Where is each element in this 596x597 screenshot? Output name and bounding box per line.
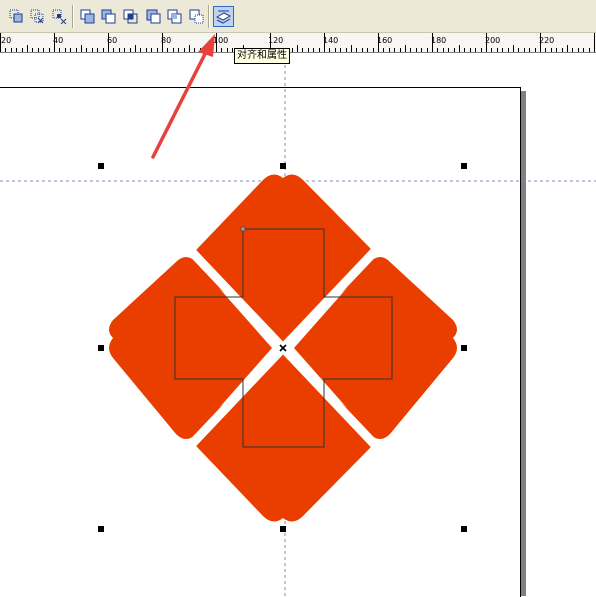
annotation-arrow [151, 34, 215, 159]
handle-top-center[interactable] [280, 163, 286, 169]
handle-middle-right[interactable] [461, 345, 467, 351]
handle-bottom-right[interactable] [461, 526, 467, 532]
handle-middle-left[interactable] [98, 345, 104, 351]
node-handle[interactable] [240, 226, 246, 232]
handle-bottom-left[interactable] [98, 526, 104, 532]
handle-top-right[interactable] [461, 163, 467, 169]
canvas-overlay [0, 34, 596, 596]
tooltip: 对齐和属性 [234, 48, 290, 64]
handle-top-left[interactable] [98, 163, 104, 169]
handle-bottom-center[interactable] [280, 526, 286, 532]
